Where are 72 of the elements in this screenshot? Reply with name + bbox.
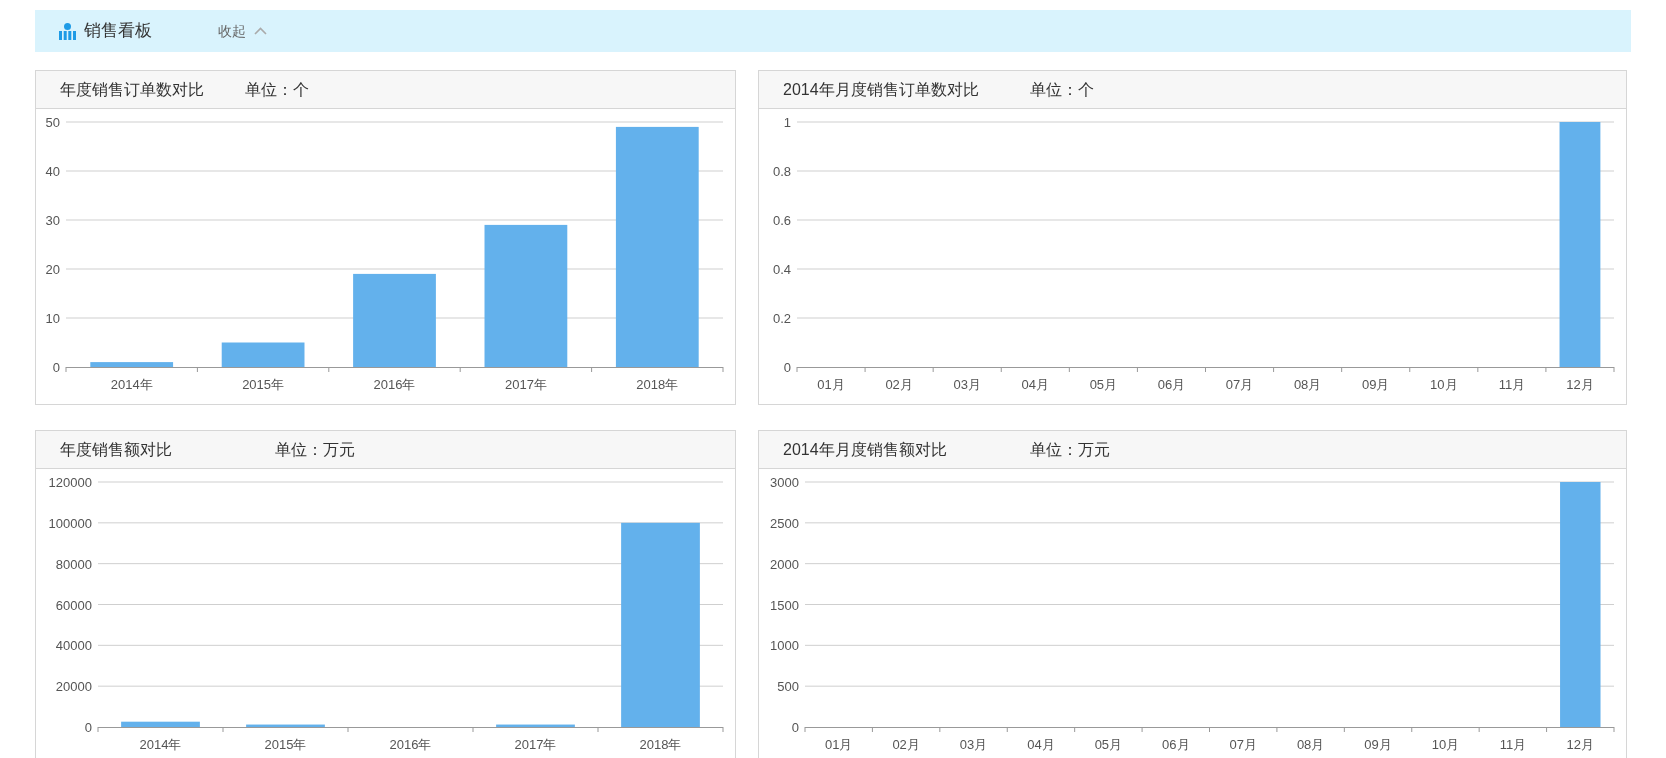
y-tick-label: 1 [783,115,791,130]
y-tick-label: 50 [45,115,60,130]
y-tick-label: 80000 [55,556,92,572]
y-tick-label: 0.6 [772,213,791,228]
x-tick-label: 07月 [1225,377,1254,392]
y-tick-label: 0 [52,360,60,375]
y-tick-label: 2000 [770,556,799,572]
unit-label: 单位：万元 [1030,439,1110,460]
panel-title: 年度销售额对比 [60,439,173,460]
x-tick-label: 01月 [824,737,853,752]
x-tick-label: 04月 [1021,377,1050,392]
y-tick-label: 3000 [770,475,799,490]
y-tick-label: 500 [777,679,799,695]
x-tick-label: 12月 [1566,737,1595,752]
x-tick-label: 03月 [953,377,981,392]
y-tick-label: 2500 [770,515,799,531]
x-tick-label: 01月 [817,377,845,392]
y-tick-label: 60000 [55,597,92,613]
unit-label: 单位：个 [1030,79,1094,100]
x-tick-label: 09月 [1364,737,1392,752]
x-tick-label: 08月 [1293,377,1322,392]
y-tick-label: 10 [45,311,60,326]
x-tick-label: 08月 [1296,737,1325,752]
x-tick-label: 11月 [1498,377,1526,392]
y-tick-label: 120000 [48,475,92,490]
x-tick-label: 03月 [959,737,988,752]
x-tick-label: 12月 [1566,377,1594,392]
y-tick-label: 0 [791,720,799,735]
y-tick-label: 0.4 [772,262,791,277]
dashboard-title: 销售看板 [84,20,152,43]
panel-title: 2014年月度销售额对比 [783,439,948,460]
x-tick-label: 2015年 [264,737,307,752]
y-tick-label: 100000 [48,515,92,531]
x-tick-label: 06月 [1157,377,1186,392]
y-tick-label: 30 [45,213,60,228]
x-tick-label: 2018年 [639,737,682,752]
y-tick-label: 40 [45,164,60,179]
x-tick-label: 07月 [1229,737,1257,752]
x-tick-label: 05月 [1089,377,1118,392]
x-tick-label: 10月 [1431,737,1460,752]
x-tick-label: 2014年 [110,377,153,392]
x-tick-label: 04月 [1027,737,1055,752]
x-tick-label: 06月 [1162,737,1190,752]
x-tick-label: 2017年 [514,737,557,752]
y-tick-label: 40000 [55,638,92,654]
x-tick-label: 2015年 [242,377,285,392]
x-tick-label: 05月 [1094,737,1123,752]
x-tick-label: 2014年 [139,737,182,752]
x-tick-label: 10月 [1430,377,1458,392]
y-tick-label: 0.2 [772,311,791,326]
unit-label: 单位：个 [245,79,309,100]
y-tick-label: 1500 [770,597,799,613]
x-tick-label: 09月 [1361,377,1390,392]
x-tick-label: 2018年 [636,377,679,392]
chevron-up-icon [254,27,267,35]
y-tick-label: 0 [84,720,92,735]
panel-title: 年度销售订单数对比 [60,79,205,100]
y-tick-label: 0 [783,360,791,375]
collapse-button[interactable]: 收起 [218,20,267,42]
x-tick-label: 2016年 [389,737,432,752]
panel-title: 2014年月度销售订单数对比 [783,79,980,100]
x-tick-label: 11月 [1499,737,1527,752]
bar-chart-icon [59,22,76,40]
x-tick-label: 02月 [892,737,920,752]
y-tick-label: 1000 [770,638,799,654]
y-tick-label: 0.8 [772,164,791,179]
x-tick-label: 02月 [885,377,913,392]
x-tick-label: 2017年 [504,377,547,392]
y-tick-label: 20000 [55,679,92,695]
unit-label: 单位：万元 [275,439,355,460]
y-tick-label: 20 [45,262,60,277]
x-tick-label: 2016年 [373,377,416,392]
